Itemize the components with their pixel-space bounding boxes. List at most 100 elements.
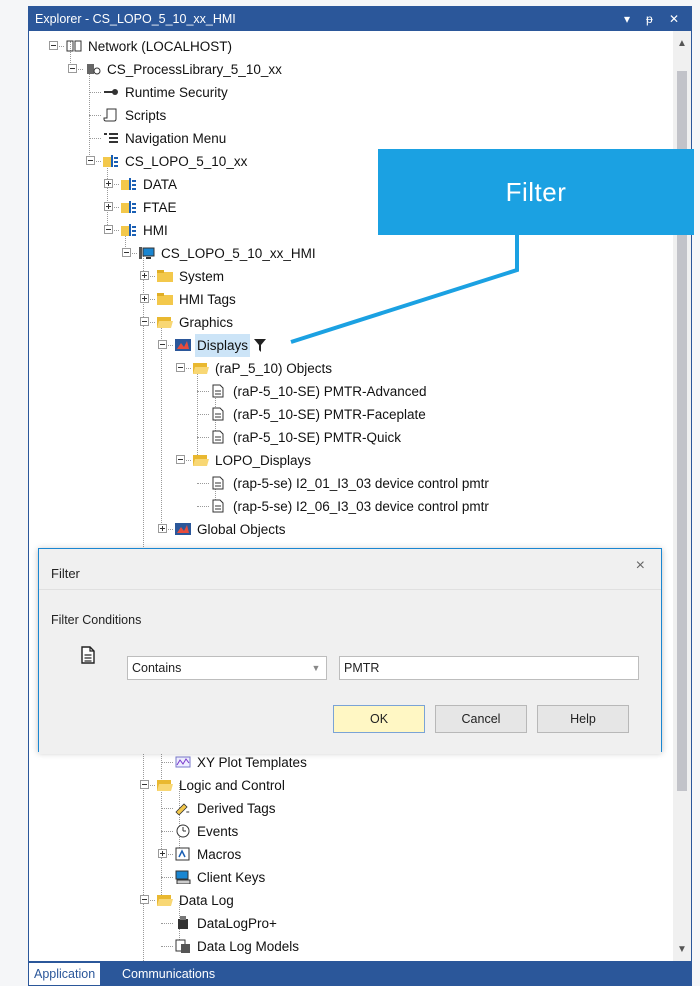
tree-item[interactable]: (rap-5-se) I2_01_I3_03 device control pm…: [211, 472, 491, 495]
tree-item[interactable]: Global Objects: [158, 518, 288, 541]
xy-plot-icon: [175, 753, 191, 768]
tree-item[interactable]: Runtime Security: [103, 81, 230, 104]
collapse-icon[interactable]: [49, 41, 58, 50]
tree-item[interactable]: Macros: [158, 843, 243, 866]
tree-item[interactable]: CS_ProcessLibrary_5_10_xx: [68, 58, 284, 81]
tree-item[interactable]: = Derived Tags: [175, 797, 278, 820]
document-icon: [211, 497, 227, 513]
document-icon: [81, 646, 95, 664]
tree-branch-line: [161, 808, 173, 809]
filter-conditions-label: Filter Conditions: [51, 613, 142, 627]
collapse-icon[interactable]: [140, 895, 149, 904]
expand-icon[interactable]: [158, 849, 167, 858]
tree-item-label: Network (LOCALHOST): [88, 39, 233, 54]
collapse-icon[interactable]: [68, 64, 77, 73]
collapse-icon[interactable]: [158, 340, 167, 349]
tree-item[interactable]: Data Log Models: [175, 935, 301, 958]
collapse-icon[interactable]: [122, 248, 131, 257]
close-icon[interactable]: ✕: [669, 7, 679, 31]
tree-item-label: (rap-5-se) I2_06_I3_03 device control pm…: [233, 499, 489, 514]
filter-icon[interactable]: [254, 336, 267, 359]
hmi-server-icon: [139, 244, 155, 259]
collapse-icon[interactable]: [140, 780, 149, 789]
tree-item-label: Navigation Menu: [125, 131, 227, 146]
tree-item[interactable]: CS_LOPO_5_10_xx: [86, 150, 249, 173]
cancel-button[interactable]: Cancel: [435, 705, 527, 733]
chevron-down-icon[interactable]: ▼: [306, 657, 326, 679]
tree-item[interactable]: XY Plot Templates: [175, 751, 309, 774]
displays-icon: [175, 336, 191, 351]
tree-item-label: Logic and Control: [179, 778, 285, 793]
tree-item[interactable]: (raP-5_10-SE) PMTR-Quick: [211, 426, 403, 449]
expand-icon[interactable]: [158, 524, 167, 533]
condition-select[interactable]: Contains ▼: [127, 656, 327, 680]
tree-item-label: Runtime Security: [125, 85, 228, 100]
folder-open-icon: [193, 451, 209, 466]
dropdown-icon[interactable]: ▾: [624, 7, 630, 31]
explorer-tabs: Application Communications: [29, 961, 691, 985]
scroll-down-icon[interactable]: ▼: [673, 941, 691, 959]
tree-item[interactable]: (raP-5_10-SE) PMTR-Advanced: [211, 380, 429, 403]
tree-branch-line: [161, 877, 173, 878]
expand-icon[interactable]: [104, 202, 113, 211]
tree-item-label: Derived Tags: [197, 801, 276, 816]
scroll-up-icon[interactable]: ▲: [673, 35, 691, 53]
filter-dialog: Filter × Filter Conditions Contains ▼ PM…: [38, 548, 662, 754]
collapse-icon[interactable]: [140, 317, 149, 326]
tree-item[interactable]: FTAE: [104, 196, 179, 219]
tree-branch-line: [89, 92, 101, 93]
tree-item-label: LOPO_Displays: [215, 453, 312, 468]
tree-branch-line: [197, 437, 209, 438]
tree-item-label: Scripts: [125, 108, 167, 123]
tree-item[interactable]: Network (LOCALHOST): [49, 35, 234, 58]
document-icon: [211, 382, 227, 398]
collapse-icon[interactable]: [86, 156, 95, 165]
tree-item-label: HMI Tags: [179, 292, 236, 307]
folder-open-icon: [193, 359, 209, 374]
tree-item-label: Data Log: [179, 893, 234, 908]
datalog-models-icon: [175, 937, 191, 953]
tree-item[interactable]: LOPO_Displays: [176, 449, 313, 472]
collapse-icon[interactable]: [176, 363, 185, 372]
tab-application[interactable]: Application: [29, 963, 101, 985]
tree-item[interactable]: CS_LOPO_5_10_xx_HMI: [122, 242, 318, 265]
tree-item[interactable]: (raP-5_10-SE) PMTR-Faceplate: [211, 403, 428, 426]
tree-item[interactable]: Client Keys: [175, 866, 267, 889]
tree-item[interactable]: (rap-5-se) I2_06_I3_03 device control pm…: [211, 495, 491, 518]
dialog-close-icon[interactable]: ×: [636, 557, 645, 575]
tree-item[interactable]: Scripts: [103, 104, 168, 127]
tree-item[interactable]: HMI Tags: [140, 288, 238, 311]
navigation-menu-icon: [103, 129, 119, 143]
tab-communications[interactable]: Communications: [117, 963, 220, 985]
filter-value-input[interactable]: PMTR: [339, 656, 639, 680]
tree-item-label: (raP_5_10) Objects: [215, 361, 333, 376]
area-icon: [121, 198, 137, 213]
tree-item[interactable]: Displays: [158, 334, 267, 359]
expand-icon[interactable]: [104, 179, 113, 188]
tree-item[interactable]: DATA: [104, 173, 179, 196]
filter-callout: Filter: [378, 149, 694, 235]
tree-item[interactable]: (raP_5_10) Objects: [176, 357, 334, 380]
expand-icon[interactable]: [140, 271, 149, 280]
tree-item[interactable]: Data Log: [140, 889, 236, 912]
tree-item-label: (raP-5_10-SE) PMTR-Advanced: [233, 384, 427, 399]
tree-item[interactable]: System: [140, 265, 226, 288]
tree-item[interactable]: Logic and Control: [140, 774, 287, 797]
tree-item[interactable]: DataLogPro+: [175, 912, 279, 935]
tree-branch-line: [197, 506, 209, 507]
tree-item[interactable]: Navigation Menu: [103, 127, 228, 150]
tree-item-label: HMI: [143, 223, 168, 238]
pin-icon[interactable]: ᵽ: [646, 7, 653, 31]
tree-item-label: XY Plot Templates: [197, 755, 307, 770]
ok-button[interactable]: OK: [333, 705, 425, 733]
collapse-icon[interactable]: [176, 455, 185, 464]
condition-value: Contains: [132, 661, 182, 675]
tree-item[interactable]: Graphics: [140, 311, 235, 334]
help-button[interactable]: Help: [537, 705, 629, 733]
tree-item-label: System: [179, 269, 225, 284]
tree-item-label: DataLogPro+: [197, 916, 277, 931]
collapse-icon[interactable]: [104, 225, 113, 234]
expand-icon[interactable]: [140, 294, 149, 303]
tree-item[interactable]: Events: [175, 820, 240, 843]
tree-item[interactable]: HMI: [104, 219, 170, 242]
